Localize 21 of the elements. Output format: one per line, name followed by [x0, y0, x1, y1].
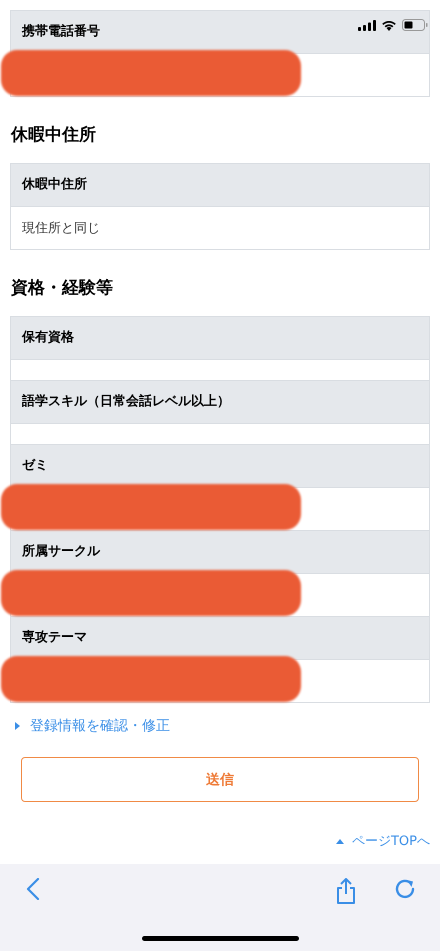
section-title: 資格・経験等: [10, 277, 114, 300]
field-label: 携帯電話番号: [11, 11, 429, 54]
field-label: 保有資格: [11, 317, 429, 360]
submit-button[interactable]: 送信: [21, 757, 419, 802]
up-triangle-icon: [336, 838, 344, 844]
back-icon[interactable]: [26, 878, 40, 900]
field-value: 現住所と同じ: [22, 220, 100, 237]
field-label: 休暇中住所: [11, 164, 429, 207]
wifi-icon: [381, 19, 397, 31]
edit-link[interactable]: 登録情報を確認・修正: [30, 717, 170, 735]
field-label: 専攻テーマ: [11, 617, 429, 660]
share-icon[interactable]: [336, 878, 356, 904]
page-top-link[interactable]: ページTOPへ: [352, 832, 430, 850]
triangle-icon: [15, 722, 20, 730]
section-title: 休暇中住所: [10, 124, 97, 147]
signal-icon: [358, 20, 376, 30]
field-label: 語学スキル（日常会話レベル以上）: [11, 381, 429, 424]
reload-icon[interactable]: [394, 878, 416, 900]
field-label: ゼミ: [11, 445, 429, 488]
battery-icon: [402, 19, 428, 31]
field-label: 所属サークル: [11, 531, 429, 574]
